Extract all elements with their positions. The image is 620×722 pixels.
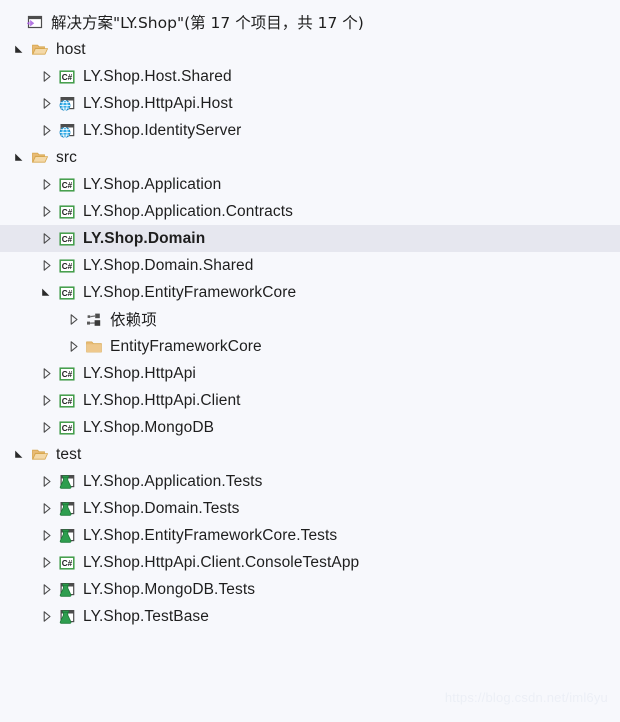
expander-collapsed-icon[interactable] [40, 475, 53, 488]
solution-title: 解决方案"LY.Shop"(第 17 个项目，共 17 个) [51, 13, 364, 32]
tree-item-label: test [56, 445, 82, 463]
test-project-icon [58, 473, 76, 491]
tree-item-label: src [56, 148, 77, 166]
expander-collapsed-icon[interactable] [40, 556, 53, 569]
solution-tree: host LY.Shop.Host.Shared LY.Shop.HttpApi.H… [0, 36, 620, 630]
watermark-text: https://blog.csdn.net/iml6yu [444, 690, 608, 705]
tree-item-label: LY.Shop.Application [83, 175, 222, 193]
test-project-icon [58, 527, 76, 545]
tree-item-LY.Shop.MongoDB[interactable]: LY.Shop.MongoDB [0, 414, 620, 441]
tree-item-LY.Shop.Application[interactable]: LY.Shop.Application [0, 171, 620, 198]
expander-collapsed-icon[interactable] [40, 259, 53, 272]
expander-collapsed-icon[interactable] [40, 610, 53, 623]
tree-item-LY.Shop.Domain[interactable]: LY.Shop.Domain [0, 225, 620, 252]
expander-expanded-icon[interactable] [13, 448, 26, 461]
expander-expanded-icon[interactable] [13, 43, 26, 56]
tree-item-LY.Shop.HttpApi.Host[interactable]: LY.Shop.HttpApi.Host [0, 90, 620, 117]
expander-collapsed-icon[interactable] [67, 340, 80, 353]
tree-item-LY.Shop.Application.Tests[interactable]: LY.Shop.Application.Tests [0, 468, 620, 495]
expander-collapsed-icon[interactable] [40, 502, 53, 515]
test-project-icon [58, 500, 76, 518]
csharp-project-icon [58, 176, 76, 194]
folder-closed-icon [85, 338, 103, 356]
expander-expanded-icon[interactable] [40, 286, 53, 299]
tree-item-LY.Shop.Host.Shared[interactable]: LY.Shop.Host.Shared [0, 63, 620, 90]
tree-item-label: LY.Shop.TestBase [83, 607, 209, 625]
tree-item-label: LY.Shop.IdentityServer [83, 121, 242, 139]
tree-item-label: LY.Shop.HttpApi [83, 364, 196, 382]
tree-item-src[interactable]: src [0, 144, 620, 171]
tree-item-label: LY.Shop.Application.Tests [83, 472, 263, 490]
tree-item-LY.Shop.HttpApi.Client[interactable]: LY.Shop.HttpApi.Client [0, 387, 620, 414]
csharp-project-icon [58, 68, 76, 86]
tree-item-LY.Shop.Application.Contracts[interactable]: LY.Shop.Application.Contracts [0, 198, 620, 225]
web-project-icon [58, 95, 76, 113]
folder-open-icon [31, 149, 49, 167]
tree-item-LY.Shop.HttpApi.Client.ConsoleTestApp[interactable]: LY.Shop.HttpApi.Client.ConsoleTestApp [0, 549, 620, 576]
test-project-icon [58, 608, 76, 626]
solution-root-row[interactable]: 解决方案"LY.Shop"(第 17 个项目，共 17 个) [0, 9, 620, 36]
expander-expanded-icon[interactable] [13, 151, 26, 164]
tree-item-test[interactable]: test [0, 441, 620, 468]
tree-item-LY.Shop.HttpApi[interactable]: LY.Shop.HttpApi [0, 360, 620, 387]
tree-item-label: LY.Shop.EntityFrameworkCore.Tests [83, 526, 338, 544]
csharp-project-icon [58, 284, 76, 302]
tree-item-label: LY.Shop.EntityFrameworkCore [83, 283, 297, 301]
tree-item-label: LY.Shop.MongoDB.Tests [83, 580, 256, 598]
expander-collapsed-icon[interactable] [40, 367, 53, 380]
dependencies-icon [85, 311, 103, 329]
tree-item-host[interactable]: host [0, 36, 620, 63]
tree-item-LY.Shop.Domain.Shared[interactable]: LY.Shop.Domain.Shared [0, 252, 620, 279]
expander-collapsed-icon[interactable] [67, 313, 80, 326]
expander-collapsed-icon[interactable] [40, 178, 53, 191]
csharp-project-icon [58, 365, 76, 383]
tree-item-label: LY.Shop.MongoDB [83, 418, 215, 436]
tree-item-label: LY.Shop.Domain.Shared [83, 256, 254, 274]
tree-item-label: host [56, 40, 86, 58]
tree-item-label: EntityFrameworkCore [110, 337, 262, 355]
tree-item-label: LY.Shop.Application.Contracts [83, 202, 293, 220]
tree-item-依赖项[interactable]: 依赖项 [0, 306, 620, 333]
folder-open-icon [31, 41, 49, 59]
tree-item-LY.Shop.EntityFrameworkCore.Tests[interactable]: LY.Shop.EntityFrameworkCore.Tests [0, 522, 620, 549]
tree-item-LY.Shop.MongoDB.Tests[interactable]: LY.Shop.MongoDB.Tests [0, 576, 620, 603]
csharp-project-icon [58, 419, 76, 437]
csharp-project-icon [58, 257, 76, 275]
expander-collapsed-icon[interactable] [40, 583, 53, 596]
tree-item-label: LY.Shop.Host.Shared [83, 67, 232, 85]
tree-item-LY.Shop.TestBase[interactable]: LY.Shop.TestBase [0, 603, 620, 630]
tree-item-LY.Shop.Domain.Tests[interactable]: LY.Shop.Domain.Tests [0, 495, 620, 522]
tree-item-label: 依赖项 [110, 310, 157, 329]
tree-item-LY.Shop.IdentityServer[interactable]: LY.Shop.IdentityServer [0, 117, 620, 144]
solution-explorer-panel: 解决方案"LY.Shop"(第 17 个项目，共 17 个) host LY.Sh… [0, 0, 620, 722]
solution-icon [26, 14, 44, 32]
tree-item-label: LY.Shop.HttpApi.Client [83, 391, 241, 409]
csharp-project-icon [58, 230, 76, 248]
tree-item-label: LY.Shop.HttpApi.Host [83, 94, 233, 112]
csharp-project-icon [58, 203, 76, 221]
tree-item-label: LY.Shop.HttpApi.Client.ConsoleTestApp [83, 553, 360, 571]
tree-item-EntityFrameworkCore[interactable]: EntityFrameworkCore [0, 333, 620, 360]
tree-item-LY.Shop.EntityFrameworkCore[interactable]: LY.Shop.EntityFrameworkCore [0, 279, 620, 306]
expander-collapsed-icon[interactable] [40, 97, 53, 110]
expander-collapsed-icon[interactable] [40, 205, 53, 218]
expander-collapsed-icon[interactable] [40, 529, 53, 542]
expander-collapsed-icon[interactable] [40, 394, 53, 407]
expander-collapsed-icon[interactable] [40, 70, 53, 83]
csharp-project-icon [58, 392, 76, 410]
tree-item-label: LY.Shop.Domain.Tests [83, 499, 240, 517]
expander-collapsed-icon[interactable] [40, 232, 53, 245]
test-project-icon [58, 581, 76, 599]
expander-collapsed-icon[interactable] [40, 124, 53, 137]
web-project-icon [58, 122, 76, 140]
folder-open-icon [31, 446, 49, 464]
expander-collapsed-icon[interactable] [40, 421, 53, 434]
csharp-project-icon [58, 554, 76, 572]
tree-item-label: LY.Shop.Domain [83, 229, 206, 247]
